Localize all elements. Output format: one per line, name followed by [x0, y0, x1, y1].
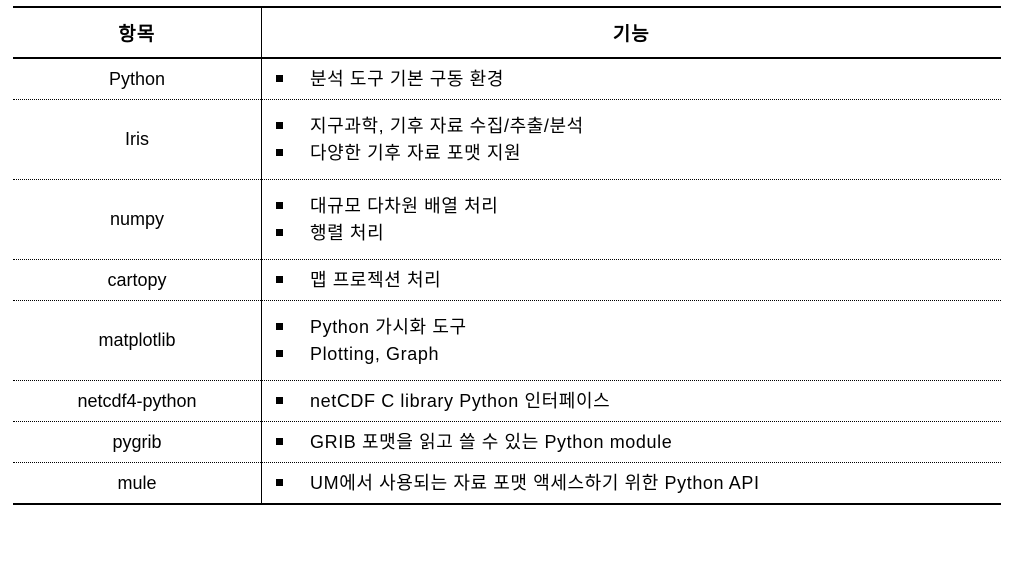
function-list: 맵 프로젝션 처리 — [274, 271, 1001, 289]
table-cell-function: Python 가시화 도구 Plotting, Graph — [261, 300, 1001, 381]
function-text: 지구과학, 기후 자료 수집/추출/분석 — [310, 116, 584, 136]
table-row: mule UM에서 사용되는 자료 포맷 액세스하기 위한 Python API — [13, 462, 1001, 504]
table-row: Python 분석 도구 기본 구동 환경 — [13, 58, 1001, 100]
function-text: 맵 프로젝션 처리 — [310, 270, 442, 290]
square-bullet-icon — [276, 229, 283, 236]
function-list: Python 가시화 도구 Plotting, Graph — [274, 318, 1001, 363]
table-cell-item: Iris — [125, 129, 149, 149]
table-cell-function: 지구과학, 기후 자료 수집/추출/분석다양한 기후 자료 포맷 지원 — [261, 99, 1001, 180]
spec-table-container: 항목 기능 Python 분석 도구 기본 구동 환경 Iris 지구과학, 기후 자… — [13, 6, 1001, 505]
function-text: 행렬 처리 — [310, 223, 385, 243]
table-row: matplotlib Python 가시화 도구 Plotting, Graph — [13, 300, 1001, 381]
table-cell-item: pygrib — [112, 431, 162, 452]
list-item: 지구과학, 기후 자료 수집/추출/분석 — [274, 117, 1001, 135]
function-text: GRIB 포맷을 읽고 쓸 수 있는 Python module — [310, 432, 673, 452]
table-cell-item: matplotlib — [98, 330, 176, 350]
list-item: Python 가시화 도구 — [274, 318, 1001, 336]
table-row: cartopy 맵 프로젝션 처리 — [13, 259, 1001, 301]
square-bullet-icon — [276, 202, 283, 209]
table-row: netcdf4-python netCDF C library Python 인터… — [13, 380, 1001, 422]
list-item: GRIB 포맷을 읽고 쓸 수 있는 Python module — [274, 433, 1001, 451]
table-body: Python 분석 도구 기본 구동 환경 Iris 지구과학, 기후 자료 수집/추… — [13, 58, 1001, 504]
table-cell-function: UM에서 사용되는 자료 포맷 액세스하기 위한 Python API — [261, 462, 1001, 504]
square-bullet-icon — [276, 75, 283, 82]
table-cell-item: numpy — [109, 209, 165, 229]
table-header-row: 항목 기능 — [13, 7, 1001, 59]
square-bullet-icon — [276, 276, 283, 283]
table-cell-item: netcdf4-python — [77, 390, 197, 411]
function-text: netCDF C library Python 인터페이스 — [310, 391, 611, 411]
function-text: 대규모 다차원 배열 처리 — [310, 196, 499, 216]
function-list: 분석 도구 기본 구동 환경 — [274, 70, 1001, 88]
square-bullet-icon — [276, 479, 283, 486]
table-row: Iris 지구과학, 기후 자료 수집/추출/분석다양한 기후 자료 포맷 지원 — [13, 99, 1001, 180]
square-bullet-icon — [276, 122, 283, 129]
table-cell-function: GRIB 포맷을 읽고 쓸 수 있는 Python module — [261, 421, 1001, 463]
square-bullet-icon — [276, 149, 283, 156]
table-cell-function: 대규모 다차원 배열 처리행렬 처리 — [261, 179, 1001, 260]
table-row: pygrib GRIB 포맷을 읽고 쓸 수 있는 Python module — [13, 421, 1001, 463]
function-list: UM에서 사용되는 자료 포맷 액세스하기 위한 Python API — [274, 474, 1001, 492]
tools-specification-table: 항목 기능 Python 분석 도구 기본 구동 환경 Iris 지구과학, 기후 자… — [13, 6, 1001, 505]
table-header: 항목 기능 — [13, 7, 1001, 59]
square-bullet-icon — [276, 350, 283, 357]
list-item: netCDF C library Python 인터페이스 — [274, 392, 1001, 410]
list-item: UM에서 사용되는 자료 포맷 액세스하기 위한 Python API — [274, 474, 1001, 492]
square-bullet-icon — [276, 438, 283, 445]
function-list: GRIB 포맷을 읽고 쓸 수 있는 Python module — [274, 433, 1001, 451]
square-bullet-icon — [276, 397, 283, 404]
list-item: 분석 도구 기본 구동 환경 — [274, 70, 1001, 88]
column-header-item: 항목 — [13, 7, 262, 59]
function-list: 지구과학, 기후 자료 수집/추출/분석다양한 기후 자료 포맷 지원 — [274, 117, 1001, 162]
list-item: Plotting, Graph — [274, 345, 1001, 363]
function-text: 분석 도구 기본 구동 환경 — [310, 69, 505, 89]
list-item: 대규모 다차원 배열 처리 — [274, 197, 1001, 215]
function-text: UM에서 사용되는 자료 포맷 액세스하기 위한 Python API — [310, 473, 760, 493]
function-text: 다양한 기후 자료 포맷 지원 — [310, 143, 522, 163]
table-cell-item: cartopy — [107, 269, 167, 290]
table-cell-function: 맵 프로젝션 처리 — [261, 259, 1001, 301]
column-header-function: 기능 — [261, 7, 1001, 59]
table-cell-function: netCDF C library Python 인터페이스 — [261, 380, 1001, 422]
table-cell-item: Python — [108, 68, 166, 89]
list-item: 행렬 처리 — [274, 224, 1001, 242]
list-item: 맵 프로젝션 처리 — [274, 271, 1001, 289]
function-list: 대규모 다차원 배열 처리행렬 처리 — [274, 197, 1001, 242]
function-text: Python 가시화 도구 — [310, 317, 467, 337]
list-item: 다양한 기후 자료 포맷 지원 — [274, 144, 1001, 162]
table-row: numpy 대규모 다차원 배열 처리행렬 처리 — [13, 179, 1001, 260]
square-bullet-icon — [276, 323, 283, 330]
table-cell-item: mule — [117, 472, 157, 493]
function-list: netCDF C library Python 인터페이스 — [274, 392, 1001, 410]
table-cell-function: 분석 도구 기본 구동 환경 — [261, 58, 1001, 100]
function-text: Plotting, Graph — [310, 344, 440, 364]
